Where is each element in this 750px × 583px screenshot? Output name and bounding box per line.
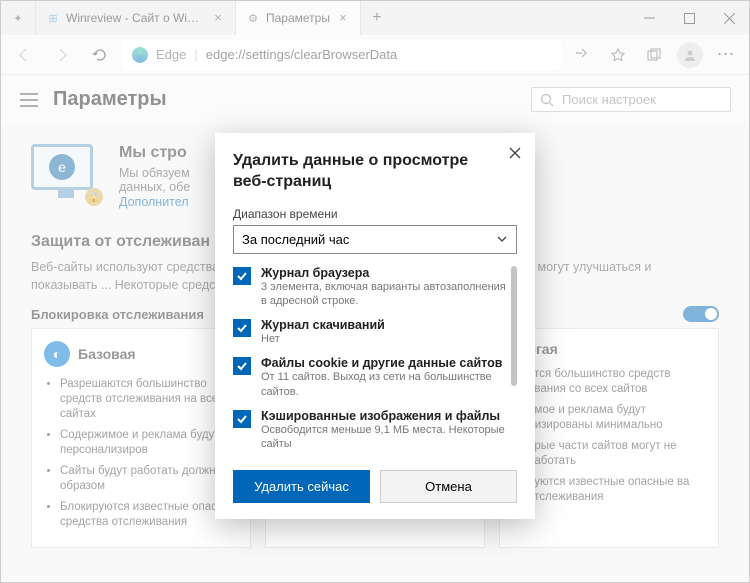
option-cookies[interactable]: Файлы cookie и другие данные сайтов От 1…: [233, 356, 507, 399]
option-download-history[interactable]: Журнал скачиваний Нет: [233, 318, 507, 346]
clear-browsing-data-dialog: Удалить данные о просмотре веб-страниц Д…: [215, 133, 535, 519]
option-browser-history[interactable]: Журнал браузера 3 элемента, включая вари…: [233, 266, 507, 309]
checkbox-checked[interactable]: [233, 410, 251, 428]
select-value: За последний час: [242, 232, 349, 247]
time-range-label: Диапазон времени: [233, 207, 517, 221]
time-range-select[interactable]: За последний час: [233, 225, 517, 254]
checkbox-checked[interactable]: [233, 319, 251, 337]
cancel-button[interactable]: Отмена: [380, 470, 517, 503]
checkbox-checked[interactable]: [233, 267, 251, 285]
dialog-close-button[interactable]: [505, 143, 525, 163]
dialog-title: Удалить данные о просмотре веб-страниц: [233, 151, 517, 193]
clear-now-button[interactable]: Удалить сейчас: [233, 470, 370, 503]
option-cached-files[interactable]: Кэшированные изображения и файлы Освобод…: [233, 409, 507, 452]
scrollbar[interactable]: [511, 266, 517, 386]
chevron-down-icon: [496, 233, 508, 245]
options-list: Журнал браузера 3 элемента, включая вари…: [233, 266, 517, 456]
checkbox-checked[interactable]: [233, 357, 251, 375]
